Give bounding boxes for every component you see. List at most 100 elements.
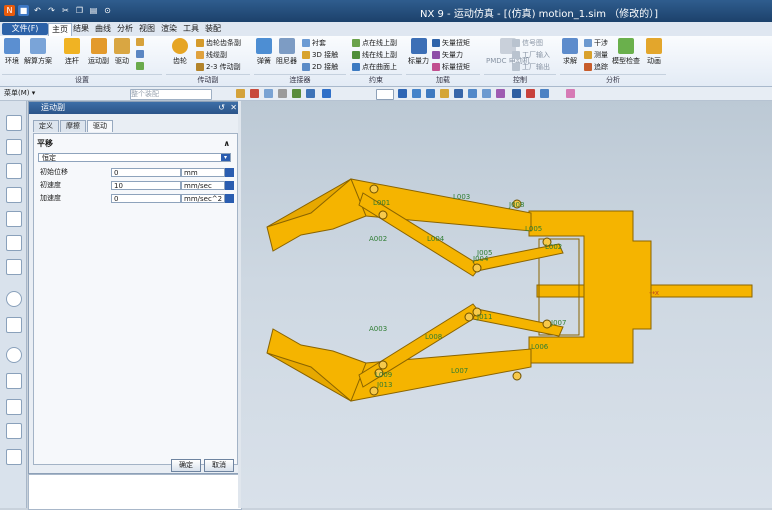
spring-button[interactable]: 弹簧 <box>256 38 272 66</box>
process-studio-icon[interactable] <box>6 373 22 389</box>
options-icon[interactable] <box>225 194 234 203</box>
gear-button[interactable]: 齿轮 <box>172 38 188 66</box>
pin[interactable] <box>369 184 379 194</box>
reset-icon[interactable]: ↺ <box>218 102 225 114</box>
assembly-navigator-icon[interactable] <box>6 139 22 155</box>
cut-icon[interactable]: ✂ <box>60 5 71 16</box>
tab-results[interactable]: 结果 <box>70 23 92 35</box>
pin[interactable] <box>512 371 522 381</box>
pin[interactable] <box>542 319 552 329</box>
damper-button[interactable]: 阻尼器 <box>276 38 297 66</box>
plant-output-button[interactable]: 工厂输出 <box>512 62 550 72</box>
driver-button[interactable]: 驱动 <box>114 38 130 66</box>
initial-displacement-input[interactable]: 0 <box>111 168 181 177</box>
point-on-surface-button[interactable]: 点在曲面上 <box>352 62 397 72</box>
2d-contact-button[interactable]: 2D 接触 <box>302 62 338 72</box>
upper-jaw[interactable] <box>266 178 367 252</box>
graphics-window[interactable]: L001 L002 L003 L004 L005 L006 L007 L008 … <box>241 101 772 508</box>
ok-button[interactable]: 确定 <box>171 459 201 472</box>
menu-button[interactable]: 菜单(M) ▾ <box>4 89 44 98</box>
initial-velocity-input[interactable]: 10 <box>111 181 181 190</box>
solution-button[interactable]: 解算方案 <box>24 38 52 66</box>
pin[interactable] <box>464 312 474 322</box>
shaded-icon[interactable] <box>412 89 421 98</box>
snap-icon[interactable] <box>236 89 245 98</box>
tab-definition[interactable]: 定义 <box>33 120 59 132</box>
history-icon[interactable] <box>6 291 22 307</box>
clock-icon[interactable] <box>6 347 22 363</box>
section-icon[interactable] <box>440 89 449 98</box>
animation-button[interactable]: 动画 <box>646 38 662 66</box>
tab-tools[interactable]: 工具 <box>180 23 202 35</box>
redo-icon[interactable]: ↷ <box>46 5 57 16</box>
options-icon[interactable] <box>225 181 234 190</box>
measure-distance-icon[interactable] <box>526 89 535 98</box>
fit-icon[interactable] <box>322 89 331 98</box>
zoom-icon[interactable] <box>468 89 477 98</box>
reuse-library-icon[interactable] <box>6 211 22 227</box>
bushing-button[interactable]: 衬套 <box>302 38 326 48</box>
environment-button[interactable]: 环境 <box>4 38 20 66</box>
camera-icon[interactable] <box>454 89 463 98</box>
pin[interactable] <box>378 210 388 220</box>
plant-input-button[interactable]: 工厂输入 <box>512 50 550 60</box>
lower-jaw[interactable] <box>266 328 367 402</box>
small-tool[interactable] <box>136 50 144 58</box>
command-finder-icon[interactable]: ⊙ <box>102 5 113 16</box>
system-scenes-icon[interactable] <box>6 449 22 465</box>
scalar-force-button[interactable]: 标量力 <box>408 38 429 66</box>
roles-icon[interactable] <box>6 423 22 439</box>
tab-render[interactable]: 渲染 <box>158 23 180 35</box>
tab-curve[interactable]: 曲线 <box>92 23 114 35</box>
select-icon[interactable] <box>250 89 259 98</box>
wireframe-icon[interactable] <box>426 89 435 98</box>
scalar-torque-button[interactable]: 标量扭矩 <box>432 62 470 72</box>
unit-dropdown[interactable]: mm/sec^2 <box>181 194 225 203</box>
orient-icon[interactable] <box>306 89 315 98</box>
tab-friction[interactable]: 摩擦 <box>60 120 86 132</box>
point-on-curve-button[interactable]: 点在线上副 <box>352 38 397 48</box>
wcs-icon[interactable] <box>540 89 549 98</box>
measure-button[interactable]: 测量 <box>584 50 608 60</box>
vector-force-button[interactable]: 矢量力 <box>432 50 463 60</box>
pin[interactable] <box>378 360 388 370</box>
trace-button[interactable]: 追踪 <box>584 62 608 72</box>
unit-dropdown[interactable]: mm <box>181 168 225 177</box>
layer-field[interactable] <box>376 89 394 100</box>
render-style-icon[interactable] <box>398 89 407 98</box>
collapse-icon[interactable]: ∧ <box>224 138 231 150</box>
tab-home[interactable]: 主页 <box>48 23 72 36</box>
vector-torque-button[interactable]: 矢量扭矩 <box>432 38 470 48</box>
joint-button[interactable]: 运动副 <box>88 38 109 66</box>
interference-button[interactable]: 干涉 <box>584 38 608 48</box>
tab-driver[interactable]: 驱动 <box>87 120 113 132</box>
small-tool[interactable] <box>136 62 144 70</box>
part-navigator-icon[interactable] <box>6 187 22 203</box>
copy-icon[interactable]: ❐ <box>74 5 85 16</box>
tab-view[interactable]: 视图 <box>136 23 158 35</box>
section-header[interactable]: 平移 ∧ <box>37 138 233 150</box>
link-button[interactable]: 连杆 <box>64 38 80 66</box>
view-icon[interactable] <box>278 89 287 98</box>
manufacturing-wizards-icon[interactable] <box>6 399 22 415</box>
navigator-icon[interactable] <box>6 115 22 131</box>
point-icon[interactable] <box>292 89 301 98</box>
system-materials-icon[interactable] <box>6 317 22 333</box>
selection-filter-dropdown[interactable]: 整个装配 <box>130 89 212 100</box>
cable-joint-button[interactable]: 线缆副 <box>196 50 227 60</box>
undo-icon[interactable]: ↶ <box>32 5 43 16</box>
pan-icon[interactable] <box>496 89 505 98</box>
model-check-button[interactable]: 模型检查 <box>612 38 640 66</box>
rotate-icon[interactable] <box>482 89 491 98</box>
acceleration-input[interactable]: 0 <box>111 194 181 203</box>
curve-on-curve-button[interactable]: 线在线上副 <box>352 50 397 60</box>
cancel-button[interactable]: 取消 <box>204 459 234 472</box>
file-menu[interactable]: 文件(F) <box>2 23 48 35</box>
magnify-icon[interactable] <box>566 89 575 98</box>
joint-coupler-button[interactable]: 2-3 传动副 <box>196 62 241 72</box>
constraint-navigator-icon[interactable] <box>6 163 22 179</box>
work-layer-icon[interactable] <box>512 89 521 98</box>
rack-pinion-button[interactable]: 齿轮齿条副 <box>196 38 241 48</box>
3d-contact-button[interactable]: 3D 接触 <box>302 50 338 60</box>
solve-button[interactable]: 求解 <box>562 38 578 66</box>
